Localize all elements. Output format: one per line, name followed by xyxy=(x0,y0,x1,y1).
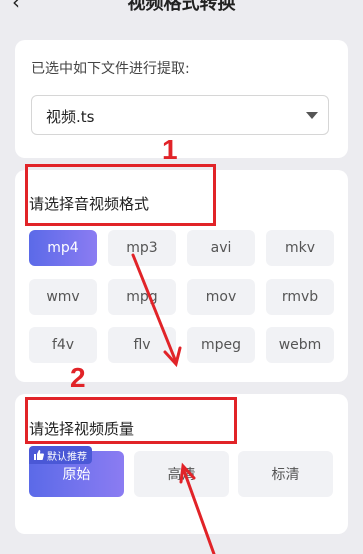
annotation-box-2 xyxy=(25,397,237,444)
format-option-mp3[interactable]: mp3 xyxy=(108,230,176,266)
quality-option-hd[interactable]: 高清 xyxy=(134,451,229,497)
format-option-avi[interactable]: avi xyxy=(187,230,255,266)
format-option-rmvb[interactable]: rmvb xyxy=(266,279,334,315)
format-option-mpeg[interactable]: mpeg xyxy=(187,327,255,363)
format-option-webm[interactable]: webm xyxy=(266,327,334,363)
annotation-number-2: 2 xyxy=(70,362,86,393)
annotation-box-1 xyxy=(25,164,216,226)
recommended-badge-label: 默认推荐 xyxy=(47,451,87,463)
format-option-mp4[interactable]: mp4 xyxy=(29,230,97,266)
recommended-badge: 默认推荐 xyxy=(29,446,92,464)
format-option-mpg[interactable]: mpg xyxy=(108,279,176,315)
file-select[interactable]: 视频.ts xyxy=(31,95,329,135)
quality-option-sd[interactable]: 标清 xyxy=(238,451,333,497)
format-option-f4v[interactable]: f4v xyxy=(29,327,97,363)
chevron-down-icon xyxy=(306,112,318,119)
format-option-flv[interactable]: flv xyxy=(108,327,176,363)
file-caption: 已选中如下文件进行提取: xyxy=(31,61,190,77)
format-option-wmv[interactable]: wmv xyxy=(29,279,97,315)
top-bar: ‹ 视频格式转换 xyxy=(0,0,363,16)
selected-file-value: 视频.ts xyxy=(46,108,95,126)
thumbs-up-icon xyxy=(34,450,44,460)
format-option-mov[interactable]: mov xyxy=(187,279,255,315)
annotation-number-1: 1 xyxy=(162,134,178,165)
page-title: 视频格式转换 xyxy=(127,0,236,14)
file-card: 已选中如下文件进行提取: 视频.ts xyxy=(15,40,348,158)
format-option-mkv[interactable]: mkv xyxy=(266,230,334,266)
